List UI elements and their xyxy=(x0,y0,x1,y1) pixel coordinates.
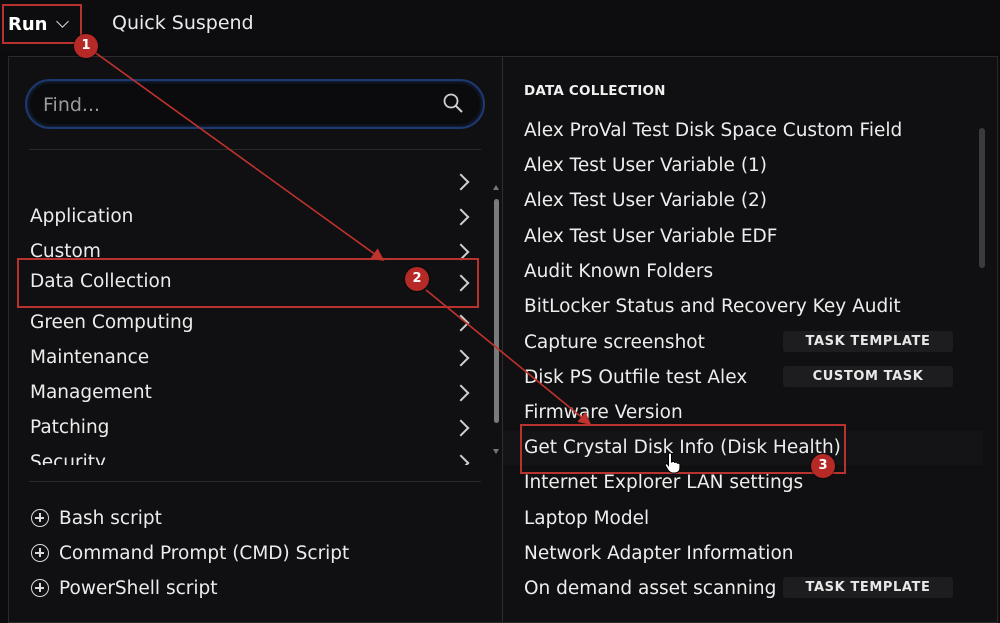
top-toolbar: Run Quick Suspend xyxy=(0,0,1000,52)
plus-circle-icon xyxy=(31,509,49,527)
chevron-right-icon xyxy=(452,419,470,437)
category-label: Security xyxy=(30,452,106,465)
script-label: Firmware Version xyxy=(524,402,683,423)
add-cmd-script-button[interactable]: Command Prompt (CMD) Script xyxy=(31,538,349,568)
add-bash-script-button[interactable]: Bash script xyxy=(31,503,162,533)
chevron-right-icon xyxy=(452,349,470,367)
chevron-right-icon xyxy=(452,454,470,465)
category-pane: Application Custom Data Collection Green… xyxy=(9,57,501,622)
category-label: Maintenance xyxy=(30,347,150,368)
chevron-right-icon xyxy=(452,208,470,226)
category-item-green-computing[interactable]: Green Computing xyxy=(17,306,479,341)
search-box[interactable] xyxy=(25,79,485,129)
scroll-up-icon[interactable] xyxy=(493,185,499,190)
task-type-badge: TASK TEMPLATE xyxy=(783,577,953,598)
script-type-label: Bash script xyxy=(59,507,162,529)
category-item-management[interactable]: Management xyxy=(17,376,479,411)
script-item[interactable]: Alex ProVal Test Disk Space Custom Field xyxy=(503,114,983,148)
script-item[interactable]: Alex Test User Variable EDF xyxy=(503,220,983,254)
category-label: Green Computing xyxy=(30,312,194,333)
script-item[interactable]: Alex Test User Variable (1) xyxy=(503,149,983,183)
script-item[interactable]: Disk PS Outfile test Alex CUSTOM TASK xyxy=(503,361,983,395)
plus-circle-icon xyxy=(31,544,49,562)
section-heading: DATA COLLECTION xyxy=(524,83,666,99)
search-icon[interactable] xyxy=(443,93,463,113)
run-button[interactable]: Run xyxy=(2,4,82,44)
category-list: Application Custom Data Collection Green… xyxy=(9,165,489,465)
category-item-patching[interactable]: Patching xyxy=(17,411,479,446)
category-label: Patching xyxy=(30,417,110,438)
add-powershell-script-button[interactable]: PowerShell script xyxy=(31,573,218,603)
step-callout: 2 xyxy=(405,267,429,291)
script-item[interactable]: Capture screenshot TASK TEMPLATE xyxy=(503,326,983,360)
script-item[interactable]: Audit Known Folders xyxy=(503,255,983,289)
scrollbar-thumb[interactable] xyxy=(979,128,985,268)
script-label: Alex ProVal Test Disk Space Custom Field xyxy=(524,120,903,141)
chevron-right-icon xyxy=(452,173,470,191)
category-label: Application xyxy=(30,206,134,227)
script-label: Alex Test User Variable (1) xyxy=(524,155,768,176)
script-item[interactable]: Alex Test User Variable (2) xyxy=(503,184,983,218)
category-item[interactable] xyxy=(17,165,479,200)
chevron-right-icon xyxy=(452,274,470,292)
step-callout: 1 xyxy=(74,34,98,58)
script-label: Laptop Model xyxy=(524,508,650,529)
category-label: Data Collection xyxy=(30,271,172,292)
category-item-application[interactable]: Application xyxy=(17,200,479,235)
run-dropdown-panel: Application Custom Data Collection Green… xyxy=(8,56,998,623)
script-label: BitLocker Status and Recovery Key Audit xyxy=(524,296,901,317)
hand-cursor-icon xyxy=(664,452,681,474)
step-callout: 3 xyxy=(811,454,835,478)
chevron-right-icon xyxy=(452,384,470,402)
category-scrollbar[interactable] xyxy=(493,185,499,455)
script-item[interactable]: BitLocker Status and Recovery Key Audit xyxy=(503,290,983,324)
task-type-badge: TASK TEMPLATE xyxy=(783,331,953,352)
run-button-label: Run xyxy=(8,13,48,35)
script-label: Alex Test User Variable EDF xyxy=(524,226,778,247)
category-label: Management xyxy=(30,382,152,403)
plus-circle-icon xyxy=(31,579,49,597)
script-label: Alex Test User Variable (2) xyxy=(524,190,768,211)
script-item[interactable]: Laptop Model xyxy=(503,502,983,536)
scrollbar-thumb[interactable] xyxy=(494,199,499,423)
script-scrollbar[interactable] xyxy=(978,70,986,620)
category-item-security[interactable]: Security xyxy=(17,446,479,465)
scroll-down-icon[interactable] xyxy=(493,449,499,454)
script-type-label: PowerShell script xyxy=(59,577,218,599)
script-label: Capture screenshot xyxy=(524,332,705,353)
task-type-badge: CUSTOM TASK xyxy=(783,366,953,387)
script-label: Internet Explorer LAN settings xyxy=(524,472,804,493)
search-input[interactable] xyxy=(41,89,425,121)
divider xyxy=(29,149,481,150)
highlight-box xyxy=(520,424,846,474)
category-item-maintenance[interactable]: Maintenance xyxy=(17,341,479,376)
script-label: Audit Known Folders xyxy=(524,261,714,282)
chevron-right-icon xyxy=(452,314,470,332)
divider xyxy=(29,481,481,482)
script-label: Disk PS Outfile test Alex xyxy=(524,367,748,388)
script-type-label: Command Prompt (CMD) Script xyxy=(59,542,350,564)
script-item[interactable]: On demand asset scanning (... TASK TEMPL… xyxy=(503,572,983,606)
script-label: Network Adapter Information xyxy=(524,543,794,564)
script-label: On demand asset scanning (... xyxy=(524,578,808,599)
quick-suspend-button[interactable]: Quick Suspend xyxy=(112,12,254,34)
script-item[interactable]: Network Adapter Information xyxy=(503,537,983,571)
script-pane: DATA COLLECTION Alex ProVal Test Disk Sp… xyxy=(503,57,997,622)
chevron-down-icon xyxy=(55,14,69,28)
